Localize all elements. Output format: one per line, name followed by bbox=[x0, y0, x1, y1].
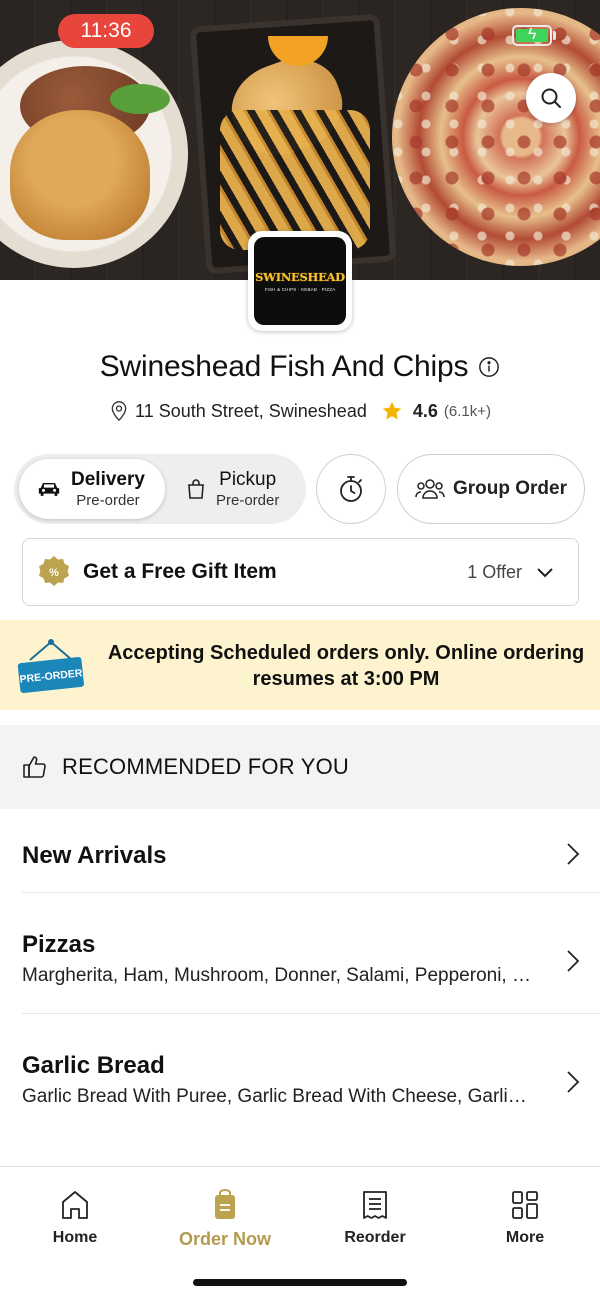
discount-badge-icon: % bbox=[39, 556, 69, 586]
logo-subtext: FISH & CHIPS · KEBAB · PIZZA bbox=[264, 287, 336, 292]
preorder-sign-icon: PRE-ORDER bbox=[17, 639, 84, 693]
search-icon bbox=[541, 88, 561, 108]
stopwatch-icon bbox=[340, 476, 362, 502]
category-row-pizzas[interactable]: Pizzas Margherita, Ham, Mushroom, Donner… bbox=[0, 893, 600, 1013]
nav-order-now-label: Order Now bbox=[178, 1229, 271, 1249]
pickup-title: Pickup bbox=[219, 468, 277, 490]
shopping-bag-icon bbox=[188, 479, 204, 499]
category-name: New Arrivals bbox=[22, 842, 167, 869]
recommended-header: RECOMMENDED FOR YOU bbox=[0, 725, 600, 809]
offer-card[interactable]: % Get a Free Gift Item 1 Offer bbox=[22, 538, 579, 606]
nav-reorder[interactable]: Reorder bbox=[315, 1189, 435, 1247]
chevron-right-icon bbox=[567, 843, 580, 865]
battery-nub bbox=[553, 31, 556, 40]
schedule-button[interactable] bbox=[316, 454, 386, 524]
store-logo: SWINESHEAD FISH & CHIPS · KEBAB · PIZZA bbox=[248, 231, 352, 331]
nav-home-label: Home bbox=[52, 1229, 98, 1246]
category-name: Garlic Bread bbox=[22, 1052, 165, 1079]
search-button[interactable] bbox=[526, 73, 576, 123]
order-bag-icon bbox=[215, 1189, 235, 1219]
info-icon[interactable] bbox=[478, 356, 500, 378]
thumbs-up-icon bbox=[23, 756, 46, 778]
group-order-button[interactable]: Group Order bbox=[397, 454, 585, 524]
status-time: 11:36 bbox=[58, 14, 154, 48]
group-users-icon bbox=[415, 479, 445, 499]
receipt-icon bbox=[363, 1191, 387, 1219]
home-icon bbox=[62, 1191, 88, 1219]
offer-title: Get a Free Gift Item bbox=[83, 560, 277, 583]
nav-more[interactable]: More bbox=[465, 1189, 585, 1247]
store-address: 11 South Street, Swineshead bbox=[135, 400, 367, 421]
rating-count: (6.1k+) bbox=[443, 402, 491, 420]
order-mode-toggle: Delivery Pre-order Pickup Pre-order bbox=[14, 454, 306, 524]
car-icon bbox=[38, 483, 60, 496]
pickup-subtitle: Pre-order bbox=[216, 491, 280, 509]
chevron-right-icon bbox=[567, 1071, 580, 1093]
category-row-new-arrivals[interactable]: New Arrivals bbox=[0, 812, 600, 892]
store-title-row: Swineshead Fish And Chips bbox=[0, 350, 600, 384]
star-icon bbox=[382, 401, 402, 420]
nav-order-now[interactable]: Order Now bbox=[165, 1189, 285, 1250]
offer-count: 1 Offer bbox=[467, 561, 522, 582]
logo-text: SWINESHEAD bbox=[255, 270, 345, 284]
preorder-message: Accepting Scheduled orders only. Online … bbox=[107, 642, 585, 690]
recommended-title: RECOMMENDED FOR YOU bbox=[62, 754, 349, 779]
store-address-row: 11 South Street, Swineshead 4.6 (6.1k+) bbox=[0, 400, 600, 422]
nav-reorder-label: Reorder bbox=[344, 1229, 406, 1246]
delivery-option[interactable]: Delivery Pre-order bbox=[19, 459, 165, 519]
group-order-label: Group Order bbox=[452, 478, 567, 499]
battery-icon: ϟ bbox=[512, 25, 552, 46]
store-name: Swineshead Fish And Chips bbox=[99, 350, 469, 383]
chevron-down-icon bbox=[537, 568, 553, 578]
store-rating: 4.6 bbox=[412, 400, 438, 421]
chevron-right-icon bbox=[567, 950, 580, 972]
delivery-subtitle: Pre-order bbox=[76, 491, 140, 509]
nav-home[interactable]: Home bbox=[15, 1189, 135, 1247]
grid-icon bbox=[512, 1191, 538, 1219]
home-indicator bbox=[193, 1279, 407, 1286]
category-description: Garlic Bread With Puree, Garlic Bread Wi… bbox=[22, 1086, 532, 1107]
category-description: Margherita, Ham, Mushroom, Donner, Salam… bbox=[22, 965, 532, 986]
delivery-title: Delivery bbox=[71, 468, 145, 490]
location-pin-icon bbox=[111, 401, 127, 422]
pickup-option[interactable]: Pickup Pre-order bbox=[174, 459, 302, 519]
svg-text:%: % bbox=[49, 567, 59, 579]
category-row-garlic-bread[interactable]: Garlic Bread Garlic Bread With Puree, Ga… bbox=[0, 1014, 600, 1154]
nav-more-label: More bbox=[505, 1229, 545, 1246]
category-name: Pizzas bbox=[22, 931, 96, 958]
